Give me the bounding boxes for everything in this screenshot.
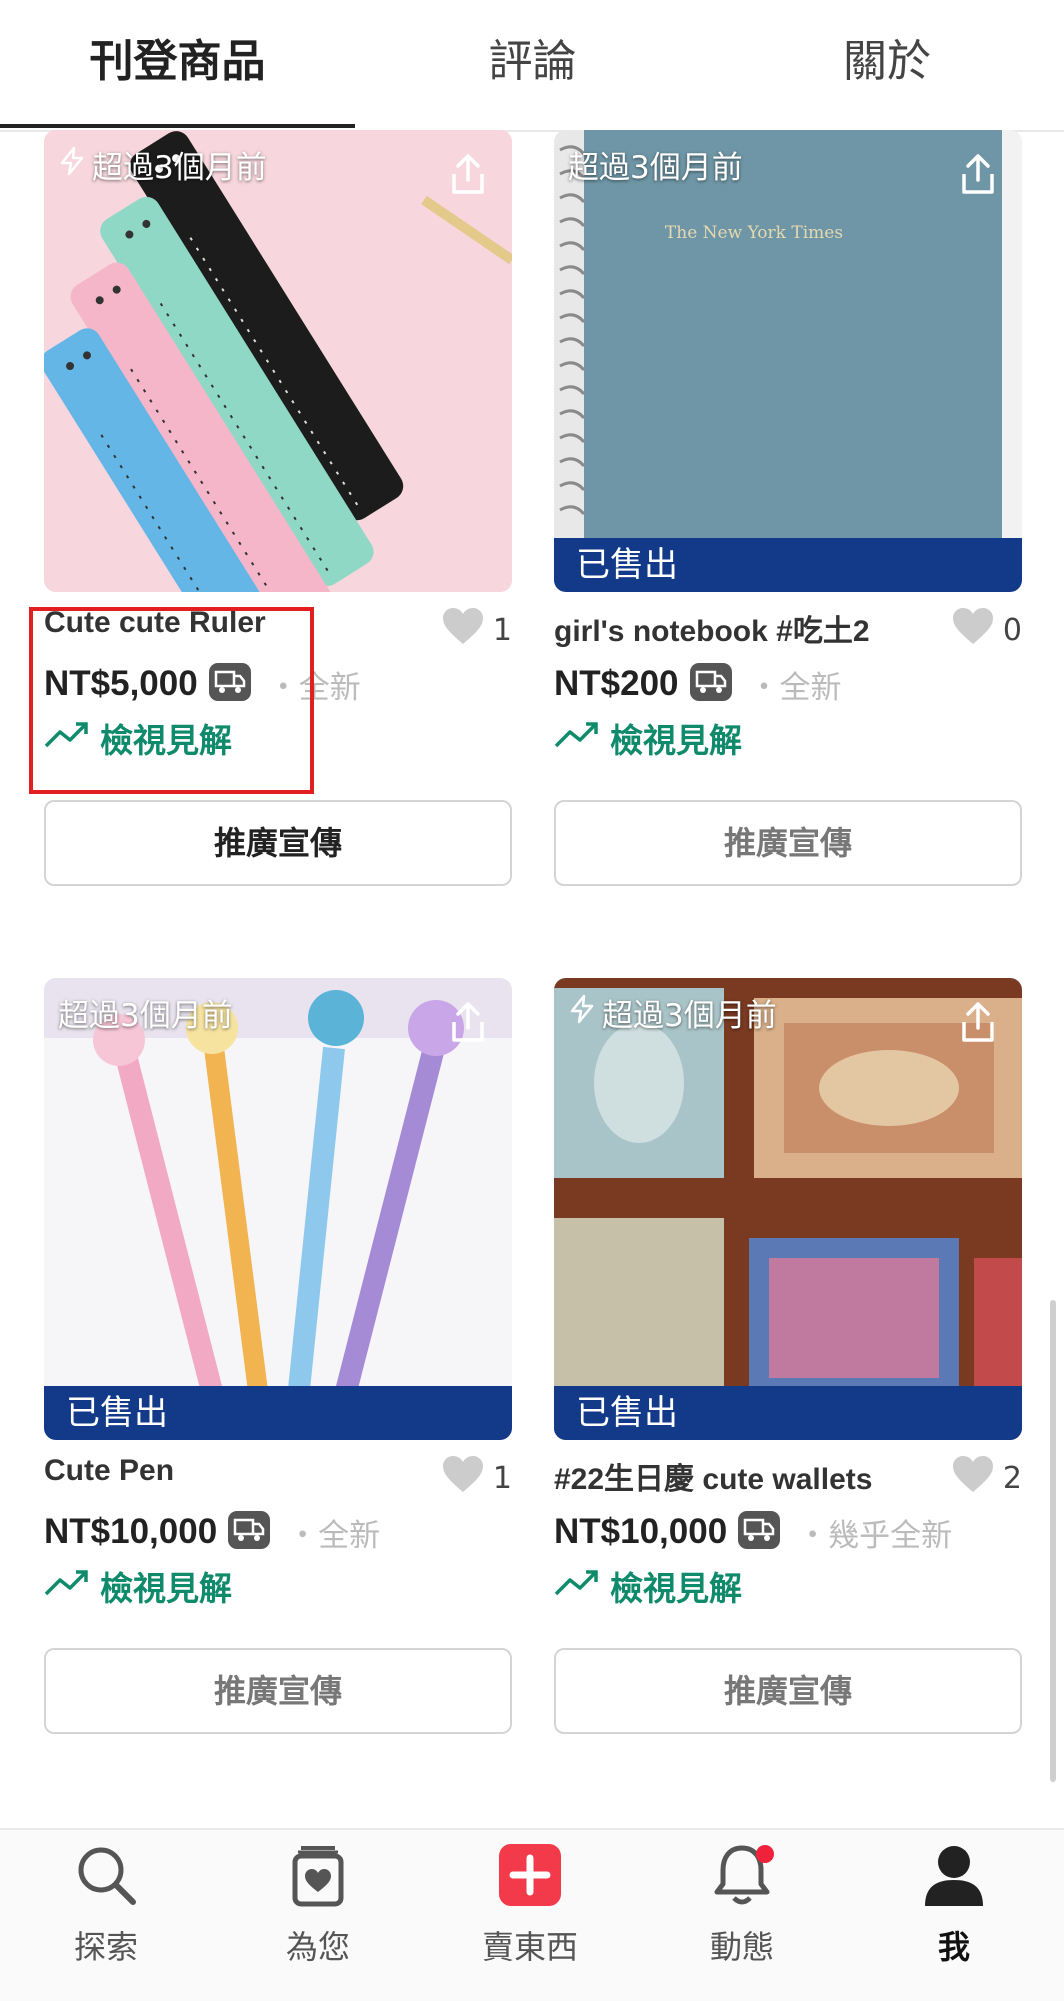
- product-card[interactable]: The New York Times 超過3個月前 已售出 girl's not…: [554, 130, 1022, 886]
- share-icon[interactable]: [956, 152, 1000, 196]
- delivery-truck-icon: [737, 1510, 781, 1554]
- highlight-box: [29, 607, 314, 794]
- product-price: NT$10,000: [554, 1512, 728, 1551]
- product-card[interactable]: 超過3個月前 已售出 Cute Pen 1 NT$10,000 ・全新 檢視見解…: [44, 978, 512, 1734]
- like-count: 1: [492, 612, 512, 648]
- share-icon[interactable]: [956, 1000, 1000, 1044]
- promote-button[interactable]: 推廣宣傳: [554, 800, 1022, 886]
- bell-icon: [707, 1840, 777, 1910]
- like-button[interactable]: 2: [951, 1454, 1022, 1502]
- delivery-truck-icon: [227, 1510, 271, 1554]
- search-icon: [71, 1840, 141, 1910]
- sold-banner: 已售出: [44, 1386, 512, 1440]
- delivery-truck-icon: [689, 662, 733, 706]
- product-condition: ・幾乎全新: [797, 1517, 953, 1554]
- nav-sell[interactable]: 賣東西: [424, 1830, 636, 1968]
- bottom-nav-bar: 探索 為您 賣東西 動態 我: [0, 1828, 1064, 2001]
- like-button[interactable]: 1: [441, 606, 512, 654]
- promote-button[interactable]: 推廣宣傳: [44, 800, 512, 886]
- scrollbar[interactable]: [1050, 1300, 1056, 1782]
- like-count: 0: [1002, 612, 1022, 648]
- like-count: 1: [492, 1460, 512, 1496]
- tab-listings[interactable]: 刊登商品: [0, 0, 355, 130]
- product-title[interactable]: Cute Pen: [44, 1454, 174, 1488]
- product-photo-ruler[interactable]: 超過3個月前: [44, 130, 512, 592]
- nav-for-you[interactable]: 為您: [212, 1830, 424, 1968]
- product-price: NT$200: [554, 664, 679, 703]
- view-insights-link[interactable]: 檢視見解: [44, 1560, 512, 1612]
- promote-button[interactable]: 推廣宣傳: [554, 1648, 1022, 1734]
- sell-plus-icon: [495, 1840, 565, 1910]
- share-icon[interactable]: [446, 1000, 490, 1044]
- listing-timestamp: 超過3個月前: [58, 998, 233, 1034]
- promote-button[interactable]: 推廣宣傳: [44, 1648, 512, 1734]
- pens-illustration: [44, 978, 512, 1440]
- nav-activity[interactable]: 動態: [636, 1830, 848, 1968]
- product-price: NT$10,000: [44, 1512, 218, 1551]
- trending-up-icon: [554, 719, 600, 758]
- heart-icon: [441, 1454, 485, 1502]
- product-condition: ・全新: [287, 1517, 381, 1554]
- lightning-icon: [568, 994, 596, 1032]
- share-icon[interactable]: [446, 152, 490, 196]
- product-condition: ・全新: [748, 669, 842, 706]
- listing-timestamp: 超過3個月前: [568, 150, 743, 186]
- heart-icon: [951, 1454, 995, 1502]
- wallets-illustration: [554, 978, 1022, 1440]
- lightning-icon: [58, 146, 86, 184]
- product-title[interactable]: girl's notebook #吃土2: [554, 606, 870, 650]
- tab-about[interactable]: 關於: [710, 0, 1064, 130]
- trending-up-icon: [554, 1567, 600, 1606]
- heart-icon: [441, 606, 485, 654]
- trending-up-icon: [44, 1567, 90, 1606]
- listing-timestamp: 超過3個月前: [568, 990, 777, 1035]
- product-photo-notebook[interactable]: The New York Times 超過3個月前 已售出: [554, 130, 1022, 592]
- tab-reviews[interactable]: 評論: [355, 0, 710, 130]
- notification-dot: [756, 1845, 774, 1863]
- active-tab-indicator: [0, 124, 355, 128]
- sold-banner: 已售出: [554, 538, 1022, 592]
- nav-me[interactable]: 我: [848, 1830, 1060, 1968]
- notebook-illustration: The New York Times: [554, 130, 1022, 592]
- top-tab-bar: 刊登商品 評論 關於: [0, 0, 1064, 132]
- view-insights-link[interactable]: 檢視見解: [554, 1560, 1022, 1612]
- listing-timestamp: 超過3個月前: [58, 142, 267, 187]
- like-button[interactable]: 0: [951, 606, 1022, 654]
- heart-icon: [951, 606, 995, 654]
- view-insights-link[interactable]: 檢視見解: [554, 712, 1022, 764]
- product-photo-pens[interactable]: 超過3個月前 已售出: [44, 978, 512, 1440]
- notebook-cover-text: The New York Times: [665, 223, 843, 243]
- like-button[interactable]: 1: [441, 1454, 512, 1502]
- nav-explore[interactable]: 探索: [0, 1830, 212, 1968]
- ruler-illustration: [44, 130, 512, 592]
- sold-banner: 已售出: [554, 1386, 1022, 1440]
- product-photo-wallets[interactable]: 超過3個月前 已售出: [554, 978, 1022, 1440]
- product-card[interactable]: 超過3個月前 已售出 #22生日慶 cute wallets 2 NT$10,0…: [554, 978, 1022, 1734]
- for-you-icon: [283, 1840, 353, 1910]
- like-count: 2: [1002, 1460, 1022, 1496]
- profile-icon: [919, 1840, 989, 1910]
- product-title[interactable]: #22生日慶 cute wallets: [554, 1454, 872, 1498]
